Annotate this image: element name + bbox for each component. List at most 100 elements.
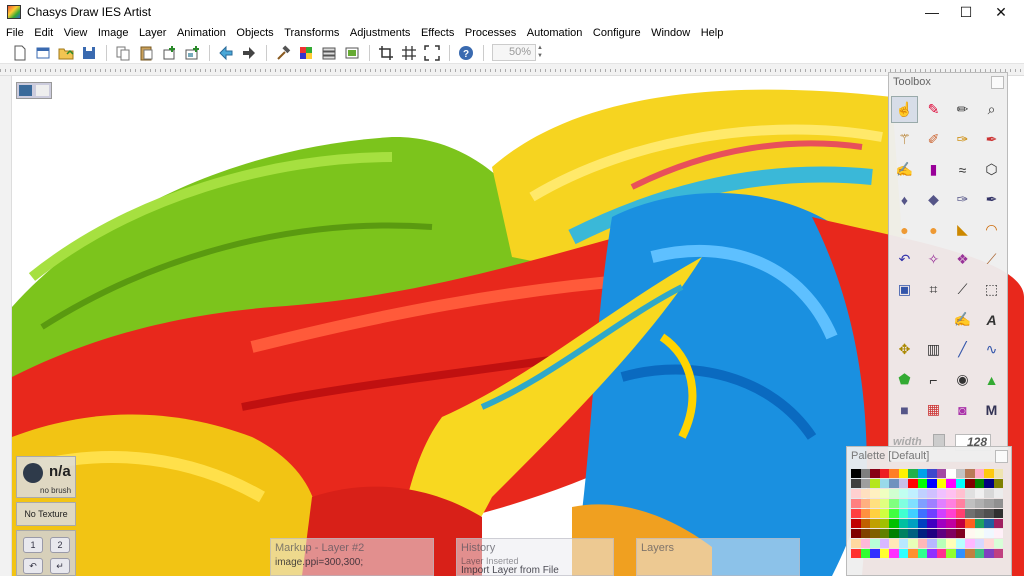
effect-tool-icon[interactable]: ◉: [949, 366, 976, 393]
blur-tool-icon[interactable]: ✑: [949, 186, 976, 213]
key-2-button[interactable]: 2: [50, 537, 70, 553]
palette-swatch[interactable]: [889, 509, 899, 518]
blank-view-icon[interactable]: [36, 85, 49, 96]
palette-swatch[interactable]: [851, 499, 861, 508]
palette-swatch[interactable]: [955, 469, 965, 478]
menu-objects[interactable]: Objects: [236, 27, 273, 39]
add-layer-from-file-icon[interactable]: [184, 45, 200, 61]
palette-swatch[interactable]: [993, 539, 1003, 548]
palette-swatch[interactable]: [984, 479, 994, 488]
pointer-hand-tool-icon[interactable]: ☝: [891, 96, 918, 123]
lasso-tool-icon[interactable]: ⬡: [978, 156, 1005, 183]
palette-swatch[interactable]: [955, 489, 965, 498]
palette-swatch[interactable]: [946, 499, 956, 508]
palette-swatch[interactable]: [908, 529, 918, 538]
crop-icon[interactable]: [378, 45, 394, 61]
undo-brush-tool-icon[interactable]: ↶: [891, 246, 918, 273]
menu-transforms[interactable]: Transforms: [284, 27, 339, 39]
menu-automation[interactable]: Automation: [527, 27, 583, 39]
palette-swatch[interactable]: [851, 549, 861, 558]
palette-swatch[interactable]: [879, 529, 889, 538]
palette-swatch[interactable]: [851, 539, 861, 548]
menu-image[interactable]: Image: [98, 27, 129, 39]
color-swatch-tool-icon[interactable]: ▦: [920, 396, 947, 423]
transform-tool-icon[interactable]: ✧: [920, 246, 947, 273]
palette-close-button[interactable]: [995, 450, 1008, 463]
palette-swatch[interactable]: [974, 489, 984, 498]
crop-tool-icon[interactable]: ⌗: [920, 276, 947, 303]
drop-tool-icon[interactable]: ♦: [891, 186, 918, 213]
palette-swatch[interactable]: [984, 489, 994, 498]
palette-swatch[interactable]: [984, 519, 994, 528]
airbrush-tool-icon[interactable]: ✐: [920, 126, 947, 153]
palette-swatch[interactable]: [879, 489, 889, 498]
palette-swatch[interactable]: [936, 489, 946, 498]
palette-swatch[interactable]: [917, 539, 927, 548]
palette-swatch[interactable]: [870, 539, 880, 548]
palette-swatch[interactable]: [889, 519, 899, 528]
palette-swatch[interactable]: [908, 489, 918, 498]
palette-swatch[interactable]: [879, 539, 889, 548]
clone-brush-tool-icon[interactable]: ✒: [978, 126, 1005, 153]
new-window-icon[interactable]: [35, 45, 51, 61]
menu-view[interactable]: View: [64, 27, 88, 39]
triangle-tool-icon[interactable]: ▲: [978, 366, 1005, 393]
palette-swatch[interactable]: [917, 549, 927, 558]
palette-swatch[interactable]: [993, 509, 1003, 518]
shapes-tool-icon[interactable]: ⬟: [891, 366, 918, 393]
palette-swatch[interactable]: [898, 539, 908, 548]
palette-swatch[interactable]: [917, 479, 927, 488]
undo-icon[interactable]: [218, 45, 234, 61]
maximize-button[interactable]: ☐: [949, 0, 983, 24]
palette-swatch[interactable]: [974, 479, 984, 488]
key-enter-button[interactable]: ↵: [50, 558, 70, 574]
palette-swatch[interactable]: [898, 549, 908, 558]
palette-swatch[interactable]: [851, 489, 861, 498]
palette-swatch[interactable]: [870, 529, 880, 538]
paintbrush-tool-icon[interactable]: ⚚: [891, 126, 918, 153]
palette-swatch[interactable]: [993, 499, 1003, 508]
palette-swatch[interactable]: [965, 489, 975, 498]
palette-swatch[interactable]: [917, 519, 927, 528]
menu-processes[interactable]: Processes: [465, 27, 516, 39]
palette-swatch[interactable]: [870, 549, 880, 558]
palette-swatch[interactable]: [965, 509, 975, 518]
palette-swatch[interactable]: [917, 529, 927, 538]
zoom-spinner[interactable]: ▲ ▼: [537, 44, 545, 61]
image-view-icon[interactable]: [19, 85, 32, 96]
palette-swatch[interactable]: [917, 489, 927, 498]
palette-swatch[interactable]: [993, 519, 1003, 528]
palette-swatch[interactable]: [889, 469, 899, 478]
palette-swatch[interactable]: [898, 479, 908, 488]
palette-swatch[interactable]: [993, 469, 1003, 478]
palette-swatch[interactable]: [889, 529, 899, 538]
menu-effects[interactable]: Effects: [421, 27, 454, 39]
palette-swatch[interactable]: [936, 539, 946, 548]
palette-swatch[interactable]: [879, 509, 889, 518]
palette-swatch[interactable]: [993, 549, 1003, 558]
key-1-button[interactable]: 1: [23, 537, 43, 553]
wave-tool-icon[interactable]: ≈: [949, 156, 976, 183]
palette-swatch[interactable]: [870, 489, 880, 498]
palette-swatch[interactable]: [955, 529, 965, 538]
palette-swatch[interactable]: [879, 549, 889, 558]
copy-icon[interactable]: [115, 45, 131, 61]
text-tool-icon[interactable]: A: [978, 306, 1005, 333]
history-item[interactable]: Import Layer from File: [457, 565, 613, 577]
palette-swatch[interactable]: [860, 519, 870, 528]
color-grid-icon[interactable]: [298, 45, 314, 61]
dodge-tool-icon[interactable]: ●: [891, 216, 918, 243]
layers-stack-icon[interactable]: [321, 45, 337, 61]
palette-swatch[interactable]: [984, 509, 994, 518]
palette-swatch[interactable]: [860, 509, 870, 518]
knife-tool-icon[interactable]: ⟋: [978, 246, 1005, 273]
view-mode-toggle[interactable]: [16, 82, 52, 99]
palette-swatch[interactable]: [974, 469, 984, 478]
palette-swatch[interactable]: [946, 469, 956, 478]
palette-swatch[interactable]: [974, 509, 984, 518]
sharpen-tool-icon[interactable]: ◆: [920, 186, 947, 213]
smudge-tool-icon[interactable]: ✍: [891, 156, 918, 183]
bezier-tool-icon[interactable]: ∿: [978, 336, 1005, 363]
eraser-tool-icon[interactable]: ▮: [920, 156, 947, 183]
palette-swatch[interactable]: [889, 549, 899, 558]
